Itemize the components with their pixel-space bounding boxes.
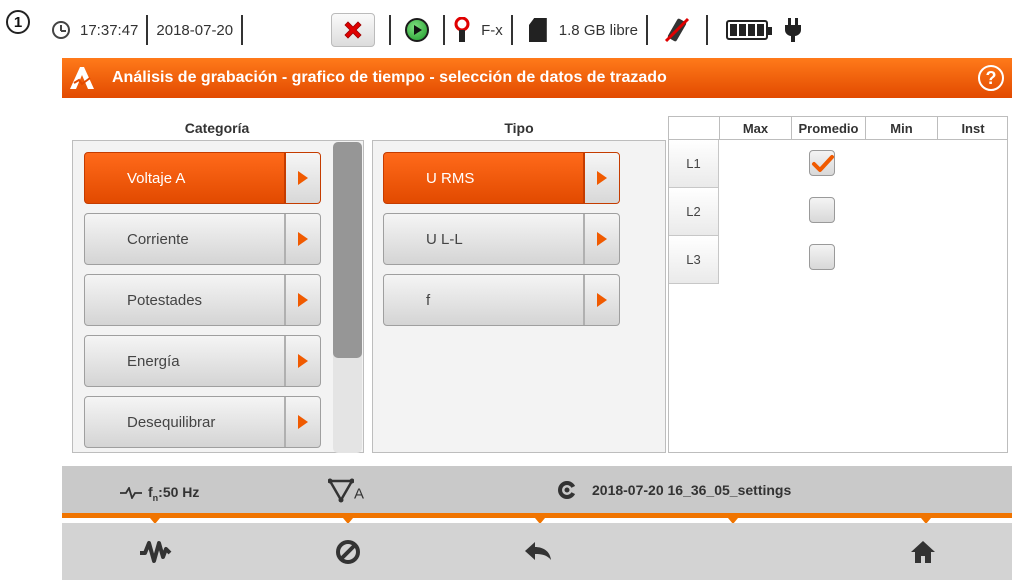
connection-label: A xyxy=(354,485,365,503)
back-button[interactable] xyxy=(445,523,631,580)
arrow-right-icon xyxy=(583,153,619,203)
status-divider xyxy=(510,15,513,45)
frequency-value: :50 Hz xyxy=(158,484,200,500)
status-divider xyxy=(146,15,149,45)
status-divider xyxy=(389,15,392,45)
stop-button[interactable] xyxy=(331,13,376,47)
type-label: U RMS xyxy=(426,169,475,187)
close-icon xyxy=(344,21,362,39)
tipo-header: Tipo xyxy=(504,120,534,136)
clamp-icon xyxy=(454,17,470,42)
battery-icon xyxy=(726,20,773,40)
category-label: Potestades xyxy=(127,291,203,309)
app-logo-icon xyxy=(62,58,102,98)
power-plug-icon xyxy=(785,18,802,42)
checkbox-l2-promedio[interactable] xyxy=(809,197,835,223)
column-header-min: Min xyxy=(865,117,937,139)
category-item-energia[interactable]: Energía xyxy=(84,335,321,387)
connection-type: A xyxy=(327,478,365,504)
home-button[interactable] xyxy=(830,523,1016,580)
type-label: f xyxy=(426,291,431,309)
waveform-icon xyxy=(140,540,172,563)
row-header-l2[interactable]: L2 xyxy=(669,188,719,236)
vector-diagram-icon xyxy=(327,478,355,503)
prohibited-icon xyxy=(336,539,360,564)
status-divider xyxy=(443,15,446,45)
arrow-right-icon xyxy=(583,275,619,325)
category-label: Desequilibrar xyxy=(127,413,216,431)
usb-disconnected-icon xyxy=(664,17,690,43)
clock-icon xyxy=(52,21,70,39)
page-title: Análisis de grabación - grafico de tiemp… xyxy=(112,69,667,86)
empty-softkey xyxy=(637,523,823,580)
memory-free: 1.8 GB libre xyxy=(558,21,639,39)
waveform-button[interactable] xyxy=(62,523,248,580)
arrow-right-icon xyxy=(284,275,320,325)
settings-gear-icon xyxy=(558,481,577,499)
type-item-u-ll[interactable]: U L-L xyxy=(383,213,620,265)
arrow-right-icon xyxy=(583,214,619,264)
status-divider xyxy=(241,15,244,45)
status-date: 2018-07-20 xyxy=(156,21,234,39)
status-time: 17:37:47 xyxy=(80,21,139,39)
checkbox-l3-promedio[interactable] xyxy=(809,244,835,270)
category-scrollbar[interactable] xyxy=(333,142,362,358)
nominal-frequency: fn:50 Hz xyxy=(120,484,199,503)
recording-play-icon[interactable] xyxy=(405,18,430,42)
arrow-right-icon xyxy=(284,153,320,203)
row-header-l1[interactable]: L1 xyxy=(669,140,719,188)
status-bar: 17:37:47 2018-07-20 F-x 1.8 GB libre xyxy=(52,10,1012,50)
settings-filename: 2018-07-20 16_36_05_settings xyxy=(592,482,792,498)
back-arrow-icon xyxy=(525,541,551,560)
type-label: U L-L xyxy=(426,230,463,248)
title-bar: Análisis de grabación - grafico de tiemp… xyxy=(62,58,1012,98)
category-label: Energía xyxy=(127,352,180,370)
category-label: Corriente xyxy=(127,230,189,248)
callout-number: 1 xyxy=(6,10,30,34)
status-divider xyxy=(646,15,649,45)
type-item-u-rms[interactable]: U RMS xyxy=(383,152,620,204)
arrow-right-icon xyxy=(284,336,320,386)
selection-grid: Max Promedio Min Inst L1 L2 L3 xyxy=(668,116,1008,453)
softkey-bar xyxy=(62,523,1012,580)
waveform-small-icon xyxy=(120,487,142,500)
settings-file: 2018-07-20 16_36_05_settings xyxy=(556,479,791,501)
category-item-desequilibrar[interactable]: Desequilibrar xyxy=(84,396,321,448)
help-button[interactable]: ? xyxy=(978,65,1004,91)
sd-card-icon xyxy=(528,18,547,42)
status-divider xyxy=(706,15,709,45)
column-header-promedio: Promedio xyxy=(791,117,865,139)
column-header-max: Max xyxy=(719,117,791,139)
clamp-type: F-x xyxy=(481,21,503,39)
arrow-right-icon xyxy=(284,397,320,447)
clear-selection-button[interactable] xyxy=(255,523,441,580)
row-header-l3[interactable]: L3 xyxy=(669,236,719,284)
checkmark-icon xyxy=(812,155,834,172)
category-label: Voltaje A xyxy=(127,169,186,187)
header-divider xyxy=(669,139,1008,140)
category-item-potestades[interactable]: Potestades xyxy=(84,274,321,326)
home-icon xyxy=(911,540,935,563)
type-item-f[interactable]: f xyxy=(383,274,620,326)
checkbox-l1-promedio[interactable] xyxy=(809,150,835,176)
arrow-right-icon xyxy=(284,214,320,264)
categoria-header: Categoría xyxy=(184,120,250,136)
category-item-corriente[interactable]: Corriente xyxy=(84,213,321,265)
info-bar: fn:50 Hz A 2018-07-20 16_36_05_settings xyxy=(62,466,1012,518)
category-item-voltaje-a[interactable]: Voltaje A xyxy=(84,152,321,204)
column-header-inst: Inst xyxy=(937,117,1008,139)
clock-section: 17:37:47 xyxy=(52,10,138,50)
